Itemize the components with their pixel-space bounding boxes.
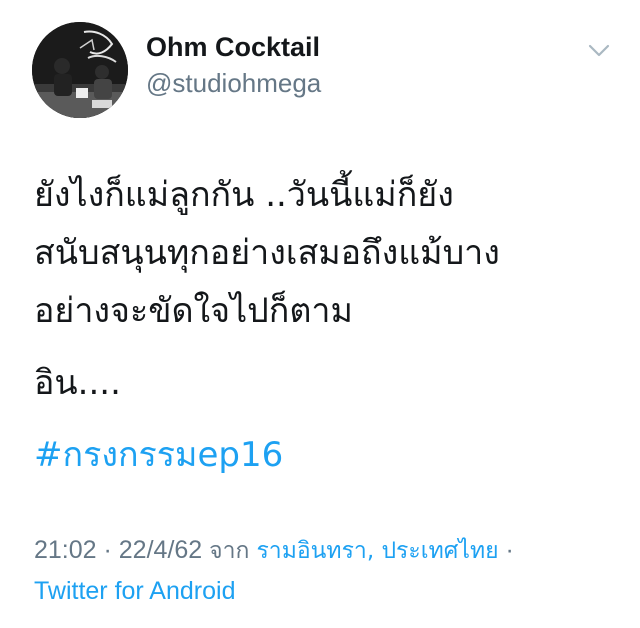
from-word: จาก [209,538,250,564]
tweet-meta: 21:02 · 22/4/62 จาก รามอินทรา, ประเทศไทย… [34,530,624,611]
tweet-text-line: สนับสนุนทุกอย่างเสมอถึงแม้บาง [34,233,500,273]
tweet-text-line: อิน.... [34,363,121,403]
meta-separator: · [96,536,119,564]
tweet-card: Ohm Cocktail @studiohmega ยังไงก็แม่ลูกก… [0,0,640,628]
meta-separator: · [498,536,514,564]
tweet-text-line: อย่างจะขัดใจไปก็ตาม [34,291,353,331]
avatar-photo [32,22,128,118]
source-link[interactable]: Twitter for Android [34,571,624,611]
tweet-time: 21:02 [34,536,97,564]
author-display-name[interactable]: Ohm Cocktail [146,30,320,64]
meta-line-1: 21:02 · 22/4/62 จาก รามอินทรา, ประเทศไทย… [34,530,624,571]
location-link[interactable]: รามอินทรา, ประเทศไทย [256,538,498,564]
tweet-text: ยังไงก็แม่ลูกกัน ..วันนี้แม่ก็ยัง สนับสน… [34,166,614,484]
author-handle[interactable]: @studiohmega [146,66,321,100]
tweet-text-line: ยังไงก็แม่ลูกกัน ..วันนี้แม่ก็ยัง [34,175,454,215]
avatar[interactable] [32,22,128,118]
hashtag-link[interactable]: #กรงกรรมep16 [34,426,614,484]
chevron-down-icon[interactable] [586,40,612,60]
tweet-date: 22/4/62 [118,536,203,564]
